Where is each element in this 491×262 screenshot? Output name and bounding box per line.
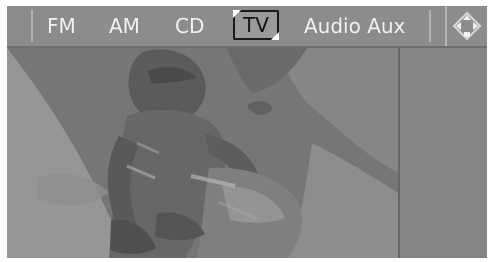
source-tab-bar: FM AM CD TV Audio Aux: [7, 6, 487, 48]
tab-fm[interactable]: FM: [47, 11, 76, 41]
direction-pad-button[interactable]: [449, 8, 485, 44]
motocross-image: [7, 48, 398, 258]
tab-bar-right-edge: [429, 10, 431, 42]
tab-bar-left-edge: [31, 10, 33, 42]
tv-video-area: [7, 48, 398, 258]
tab-cd[interactable]: CD: [175, 11, 204, 41]
menu-divider: [445, 6, 447, 46]
direction-pad-icon: [452, 11, 482, 41]
tab-audio-aux[interactable]: Audio Aux: [304, 11, 405, 41]
tab-tv[interactable]: TV: [233, 10, 279, 40]
right-side-panel: [398, 48, 487, 258]
tv-screen: FM AM CD TV Audio Aux: [7, 6, 487, 258]
tab-am[interactable]: AM: [109, 11, 140, 41]
